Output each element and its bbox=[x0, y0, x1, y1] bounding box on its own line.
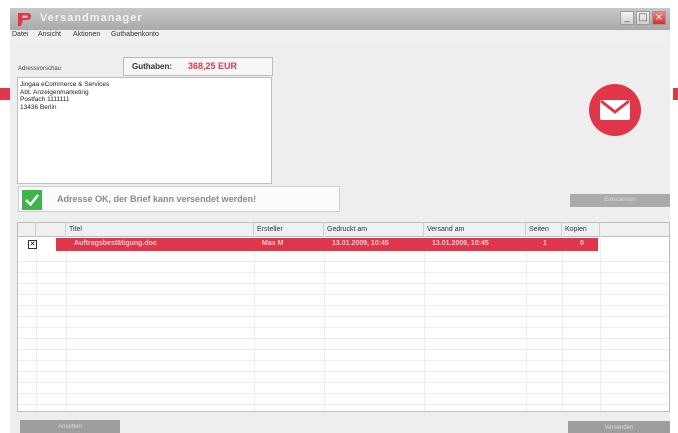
column-header-gedruckt[interactable]: Gedruckt am bbox=[324, 223, 424, 237]
menu-guthabenkonto[interactable]: Guthabenkonto bbox=[111, 31, 159, 38]
address-line: Postfach 1111111 bbox=[20, 96, 70, 103]
app-logo-icon bbox=[18, 13, 31, 26]
table-row[interactable] bbox=[18, 339, 669, 350]
table-row[interactable] bbox=[18, 306, 669, 317]
view-button[interactable]: Ansehen bbox=[20, 420, 120, 433]
table-row[interactable] bbox=[18, 284, 669, 295]
menu-ansicht[interactable]: Ansicht bbox=[38, 31, 61, 38]
table-row[interactable] bbox=[18, 251, 669, 262]
document-table: Titel Ersteller Gedruckt am Versand am S… bbox=[17, 222, 670, 412]
cell-gedruckt: 13.01.2009, 10:45 bbox=[332, 240, 389, 247]
edge-marker-left bbox=[0, 88, 10, 100]
menu-bar: Datei Ansicht Aktionen Guthabenkonto bbox=[10, 30, 670, 44]
column-header-titel[interactable]: Titel bbox=[66, 223, 254, 237]
table-row[interactable] bbox=[18, 262, 669, 273]
table-row[interactable] bbox=[18, 361, 669, 372]
cell-versand: 13.01.2009, 10:45 bbox=[432, 240, 489, 247]
table-row[interactable] bbox=[18, 317, 669, 328]
minimize-button[interactable]: _ bbox=[620, 11, 634, 25]
check-icon bbox=[22, 190, 42, 210]
address-preview-label: Adressvorschau bbox=[18, 66, 62, 72]
row-checkbox[interactable]: ✕ bbox=[28, 240, 37, 249]
menu-datei[interactable]: Datei bbox=[12, 31, 28, 38]
column-header-empty bbox=[600, 223, 669, 237]
mail-icon[interactable] bbox=[588, 83, 642, 137]
table-row[interactable] bbox=[18, 394, 669, 405]
app-window: Versandmanager _ □ × Datei Ansicht Aktio… bbox=[10, 8, 670, 433]
cell-ersteller: Max M bbox=[262, 240, 284, 247]
address-line: Abt. Anzeigenmarketing bbox=[20, 88, 89, 96]
address-preview: Jingaa eCommerce & Services Abt. Anzeige… bbox=[17, 77, 272, 184]
status-message: Adresse OK, der Brief kann versendet wer… bbox=[57, 194, 257, 204]
close-button[interactable]: × bbox=[652, 11, 666, 25]
column-header-kopien[interactable]: Kopien bbox=[562, 223, 600, 237]
send-button[interactable]: Versenden bbox=[568, 421, 670, 433]
window-title: Versandmanager bbox=[40, 12, 143, 24]
table-row[interactable] bbox=[18, 273, 669, 284]
table-row[interactable] bbox=[18, 295, 669, 306]
balance-value: 368,25 EUR bbox=[188, 61, 238, 71]
address-line: Jingaa eCommerce & Services bbox=[20, 81, 110, 88]
scan-button[interactable]: Einscannen bbox=[570, 194, 670, 207]
column-header-marker[interactable] bbox=[36, 223, 66, 237]
title-bar[interactable]: Versandmanager _ □ × bbox=[10, 8, 670, 30]
balance-label: Guthaben: bbox=[132, 62, 172, 71]
column-header-check[interactable] bbox=[18, 223, 36, 237]
column-header-versand[interactable]: Versand am bbox=[424, 223, 526, 237]
edge-marker-right bbox=[673, 88, 678, 100]
menu-aktionen[interactable]: Aktionen bbox=[73, 31, 100, 38]
table-row[interactable] bbox=[18, 383, 669, 394]
table-row[interactable] bbox=[18, 372, 669, 383]
balance-box: Guthaben: 368,25 EUR bbox=[123, 57, 273, 76]
column-header-ersteller[interactable]: Ersteller bbox=[254, 223, 324, 237]
selected-table-row[interactable]: Auftragsbestätigung.doc Max M 13.01.2009… bbox=[56, 238, 598, 251]
cell-kopien: 0 bbox=[580, 240, 584, 247]
cell-seiten: 1 bbox=[543, 240, 547, 247]
column-header-seiten[interactable]: Seiten bbox=[526, 223, 562, 237]
status-message-box: Adresse OK, der Brief kann versendet wer… bbox=[18, 186, 340, 212]
table-row[interactable] bbox=[18, 350, 669, 361]
cell-titel: Auftragsbestätigung.doc bbox=[74, 240, 157, 247]
address-line: 13436 Berlin bbox=[20, 103, 57, 111]
maximize-button[interactable]: □ bbox=[636, 11, 650, 25]
table-row[interactable] bbox=[18, 328, 669, 339]
